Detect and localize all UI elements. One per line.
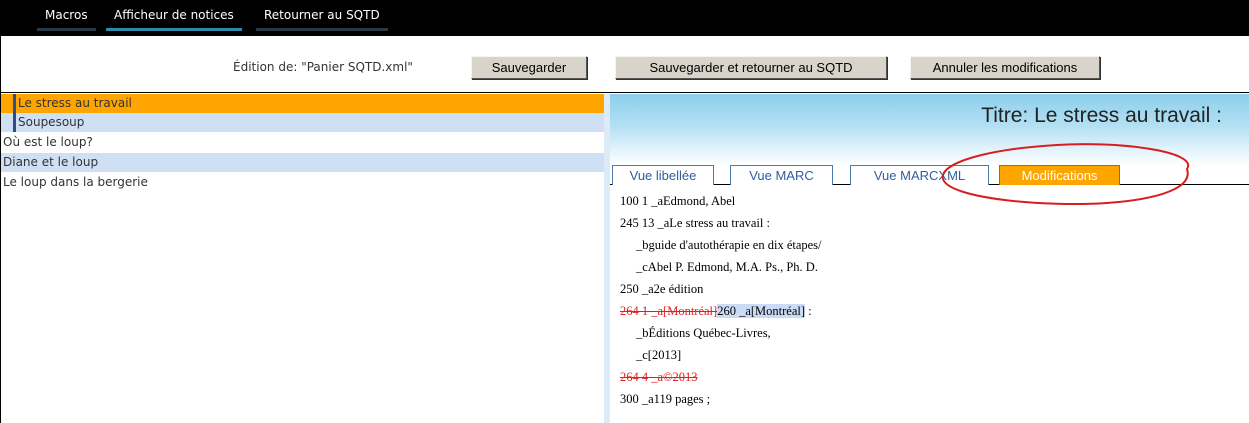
record-item-label: Le loup dans la bergerie xyxy=(3,175,148,189)
menu-macros-label: Macros xyxy=(45,8,88,22)
tree-indent-bar xyxy=(13,94,16,113)
tab-vue-libellee[interactable]: Vue libellée xyxy=(612,165,714,185)
marc-field-300: 300 _a119 pages ; xyxy=(620,392,711,406)
marc-field-100: 100 1 _aEdmond, Abel xyxy=(620,194,736,208)
record-list: Le stress au travail Soupesoup Où est le… xyxy=(1,94,604,423)
record-item-selected[interactable]: Le stress au travail xyxy=(1,94,604,113)
inserted-field-260: 260 _a[Montréal] xyxy=(717,304,806,318)
menu-afficheur-label: Afficheur de notices xyxy=(114,8,234,22)
marc-field-245: 245 13 _aLe stress au travail : xyxy=(620,216,770,230)
record-item-label: Soupesoup xyxy=(18,115,85,129)
menu-retourner-au-sqtd[interactable]: Retourner au SQTD xyxy=(256,0,388,36)
title-band: Titre: Le stress au travail : xyxy=(610,94,1249,166)
edition-label: Édition de: "Panier SQTD.xml" xyxy=(233,60,413,74)
marc-subfield-260b: _bÉditions Québec-Livres, xyxy=(636,326,771,340)
menu-bar: Macros Afficheur de notices Retourner au… xyxy=(1,0,1249,36)
cancel-changes-button[interactable]: Annuler les modifications xyxy=(910,56,1100,79)
tab-modifications[interactable]: Modifications xyxy=(999,165,1120,185)
deleted-field-264-copyright: 264 4 _a©2013 xyxy=(620,370,698,384)
record-title: Titre: Le stress au travail : xyxy=(981,104,1222,127)
toolbar: Édition de: "Panier SQTD.xml" Sauvegarde… xyxy=(1,36,1249,93)
record-item[interactable]: Où est le loup? xyxy=(1,133,604,152)
menu-macros[interactable]: Macros xyxy=(37,0,96,36)
marc-subfield-245c: _cAbel P. Edmond, M.A. Ps., Ph. D. xyxy=(636,260,818,274)
tree-indent-bar xyxy=(13,113,16,132)
menu-retourner-label: Retourner au SQTD xyxy=(264,8,380,22)
record-item[interactable]: Diane et le loup xyxy=(1,153,604,172)
deleted-field-264: 264 1 _a[Montréal] xyxy=(620,304,718,318)
menu-afficheur-de-notices[interactable]: Afficheur de notices xyxy=(106,0,242,36)
marc-subfield-245b: _bguide d'autothérapie en dix étapes/ xyxy=(636,238,822,252)
record-item[interactable]: Soupesoup xyxy=(1,113,604,132)
marc-subfield-260c: _c[2013] xyxy=(636,348,682,362)
tab-vue-marc[interactable]: Vue MARC xyxy=(730,165,833,185)
marc-field-250: 250 _a2e édition xyxy=(620,282,704,296)
save-and-return-button[interactable]: Sauvegarder et retourner au SQTD xyxy=(615,56,887,79)
record-item-label: Le stress au travail xyxy=(18,96,132,110)
save-button[interactable]: Sauvegarder xyxy=(471,56,587,79)
app-window: Macros Afficheur de notices Retourner au… xyxy=(0,0,1249,423)
inserted-field-260-punct: : xyxy=(805,304,812,318)
record-detail-panel: Titre: Le stress au travail : Vue libell… xyxy=(610,94,1249,423)
record-item-label: Diane et le loup xyxy=(3,155,99,169)
record-item-label: Où est le loup? xyxy=(3,135,93,149)
marc-field-260-change: 264 1 _a[Montréal]260 _a[Montréal] : xyxy=(620,300,812,322)
tab-vue-marcxml[interactable]: Vue MARCXML xyxy=(850,165,989,185)
record-item[interactable]: Le loup dans la bergerie xyxy=(1,173,604,192)
